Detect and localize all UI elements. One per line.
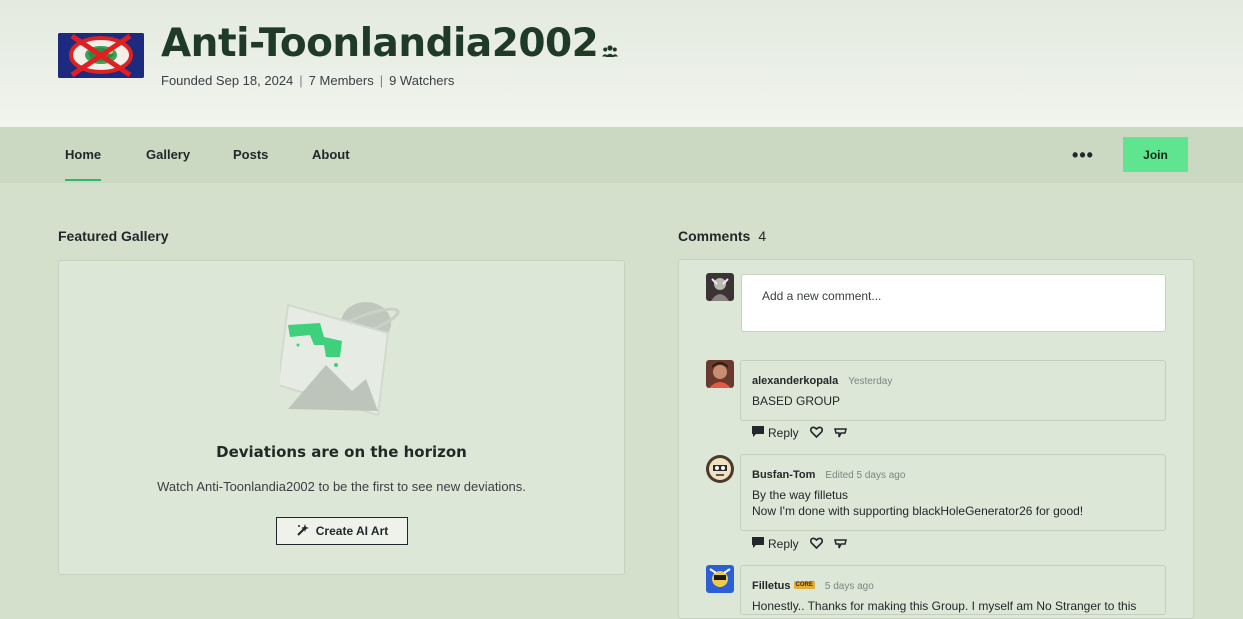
commenter-avatar[interactable] xyxy=(706,360,734,388)
group-navbar: Home Gallery Posts About xyxy=(0,127,1243,183)
current-user-avatar[interactable] xyxy=(706,273,734,301)
comment-author[interactable]: Busfan-Tom xyxy=(752,469,815,481)
meta-separator: | xyxy=(379,73,384,88)
comment-author[interactable]: alexanderkopala xyxy=(752,375,838,387)
sparkle-wand-icon xyxy=(296,523,310,540)
speech-bubble-icon xyxy=(752,537,764,551)
core-member-badge: CORE xyxy=(793,580,815,589)
comment-text: By the way filletus Now I'm done with su… xyxy=(752,487,1154,519)
group-logo-image xyxy=(58,33,144,78)
reply-button[interactable]: Reply xyxy=(752,537,799,551)
group-members-icon xyxy=(602,20,619,72)
group-title: Anti-Toonlandia2002 xyxy=(161,18,619,72)
commenter-avatar[interactable] xyxy=(706,565,734,593)
join-button[interactable]: Join xyxy=(1123,137,1188,172)
empty-gallery-illustration xyxy=(276,293,410,423)
comments-heading-label: Comments xyxy=(678,228,751,244)
heart-icon[interactable] xyxy=(809,537,823,552)
empty-gallery-title: Deviations are on the horizon xyxy=(216,443,467,461)
group-members-count[interactable]: 7 Members xyxy=(309,73,374,88)
comment-text-line: BASED GROUP xyxy=(752,394,841,408)
tab-posts[interactable]: Posts xyxy=(233,127,268,183)
comment-item: Busfan-Tom Edited 5 days ago By the way f… xyxy=(740,454,1166,531)
comment-time[interactable]: Edited 5 days ago xyxy=(825,470,905,481)
group-watchers-count[interactable]: 9 Watchers xyxy=(389,73,454,88)
group-meta: Founded Sep 18, 2024 | 7 Members | 9 Watcher… xyxy=(161,73,454,88)
tab-home[interactable]: Home xyxy=(65,127,102,183)
comment-text: BASED GROUP xyxy=(752,393,1154,409)
comment-actions: Reply xyxy=(752,536,847,552)
comment-text-line: Honestly.. Thanks for making this Group.… xyxy=(752,599,1137,613)
tab-about[interactable]: About xyxy=(312,127,350,183)
comment-item: Filletus CORE 5 days ago Honestly.. Thanks… xyxy=(740,565,1166,615)
group-logo[interactable] xyxy=(58,33,144,78)
comment-author[interactable]: Filletus xyxy=(752,580,791,592)
reply-label: Reply xyxy=(768,426,799,440)
group-founded: Founded Sep 18, 2024 xyxy=(161,73,294,88)
comment-text-line: By the way filletus xyxy=(752,488,849,502)
comments-heading: Comments 4 xyxy=(678,228,766,244)
create-ai-art-label: Create AI Art xyxy=(315,524,389,538)
empty-gallery-text: Watch Anti-Toonlandia2002 to be the firs… xyxy=(157,479,526,494)
meta-separator: | xyxy=(299,73,303,88)
speech-bubble-icon xyxy=(752,426,764,440)
comment-time[interactable]: 5 days ago xyxy=(825,581,874,592)
gift-badge-icon[interactable] xyxy=(833,536,847,552)
comment-actions: Reply xyxy=(752,425,847,441)
comment-time[interactable]: Yesterday xyxy=(848,376,892,387)
new-comment-input[interactable]: Add a new comment... xyxy=(741,274,1166,332)
more-options-button[interactable]: ••• xyxy=(1068,143,1098,167)
commenter-avatar[interactable] xyxy=(706,455,734,483)
featured-gallery-card: Deviations are on the horizon Watch Anti… xyxy=(58,260,625,575)
comments-count: 4 xyxy=(758,228,767,244)
group-name: Anti-Toonlandia2002 xyxy=(161,21,599,66)
comment-text: Honestly.. Thanks for making this Group.… xyxy=(752,598,1154,614)
create-ai-art-button[interactable]: Create AI Art xyxy=(276,517,408,545)
reply-label: Reply xyxy=(768,537,799,551)
featured-gallery-heading: Featured Gallery xyxy=(58,228,169,244)
reply-button[interactable]: Reply xyxy=(752,426,799,440)
tab-gallery[interactable]: Gallery xyxy=(146,127,190,183)
comment-text-line: Now I'm done with supporting blackHoleGe… xyxy=(752,504,1084,518)
comment-item: alexanderkopala Yesterday BASED GROUP xyxy=(740,360,1166,421)
gift-badge-icon[interactable] xyxy=(833,425,847,441)
group-header: Anti-Toonlandia2002 Founded Sep 18, 2024… xyxy=(0,0,1243,127)
heart-icon[interactable] xyxy=(809,426,823,441)
